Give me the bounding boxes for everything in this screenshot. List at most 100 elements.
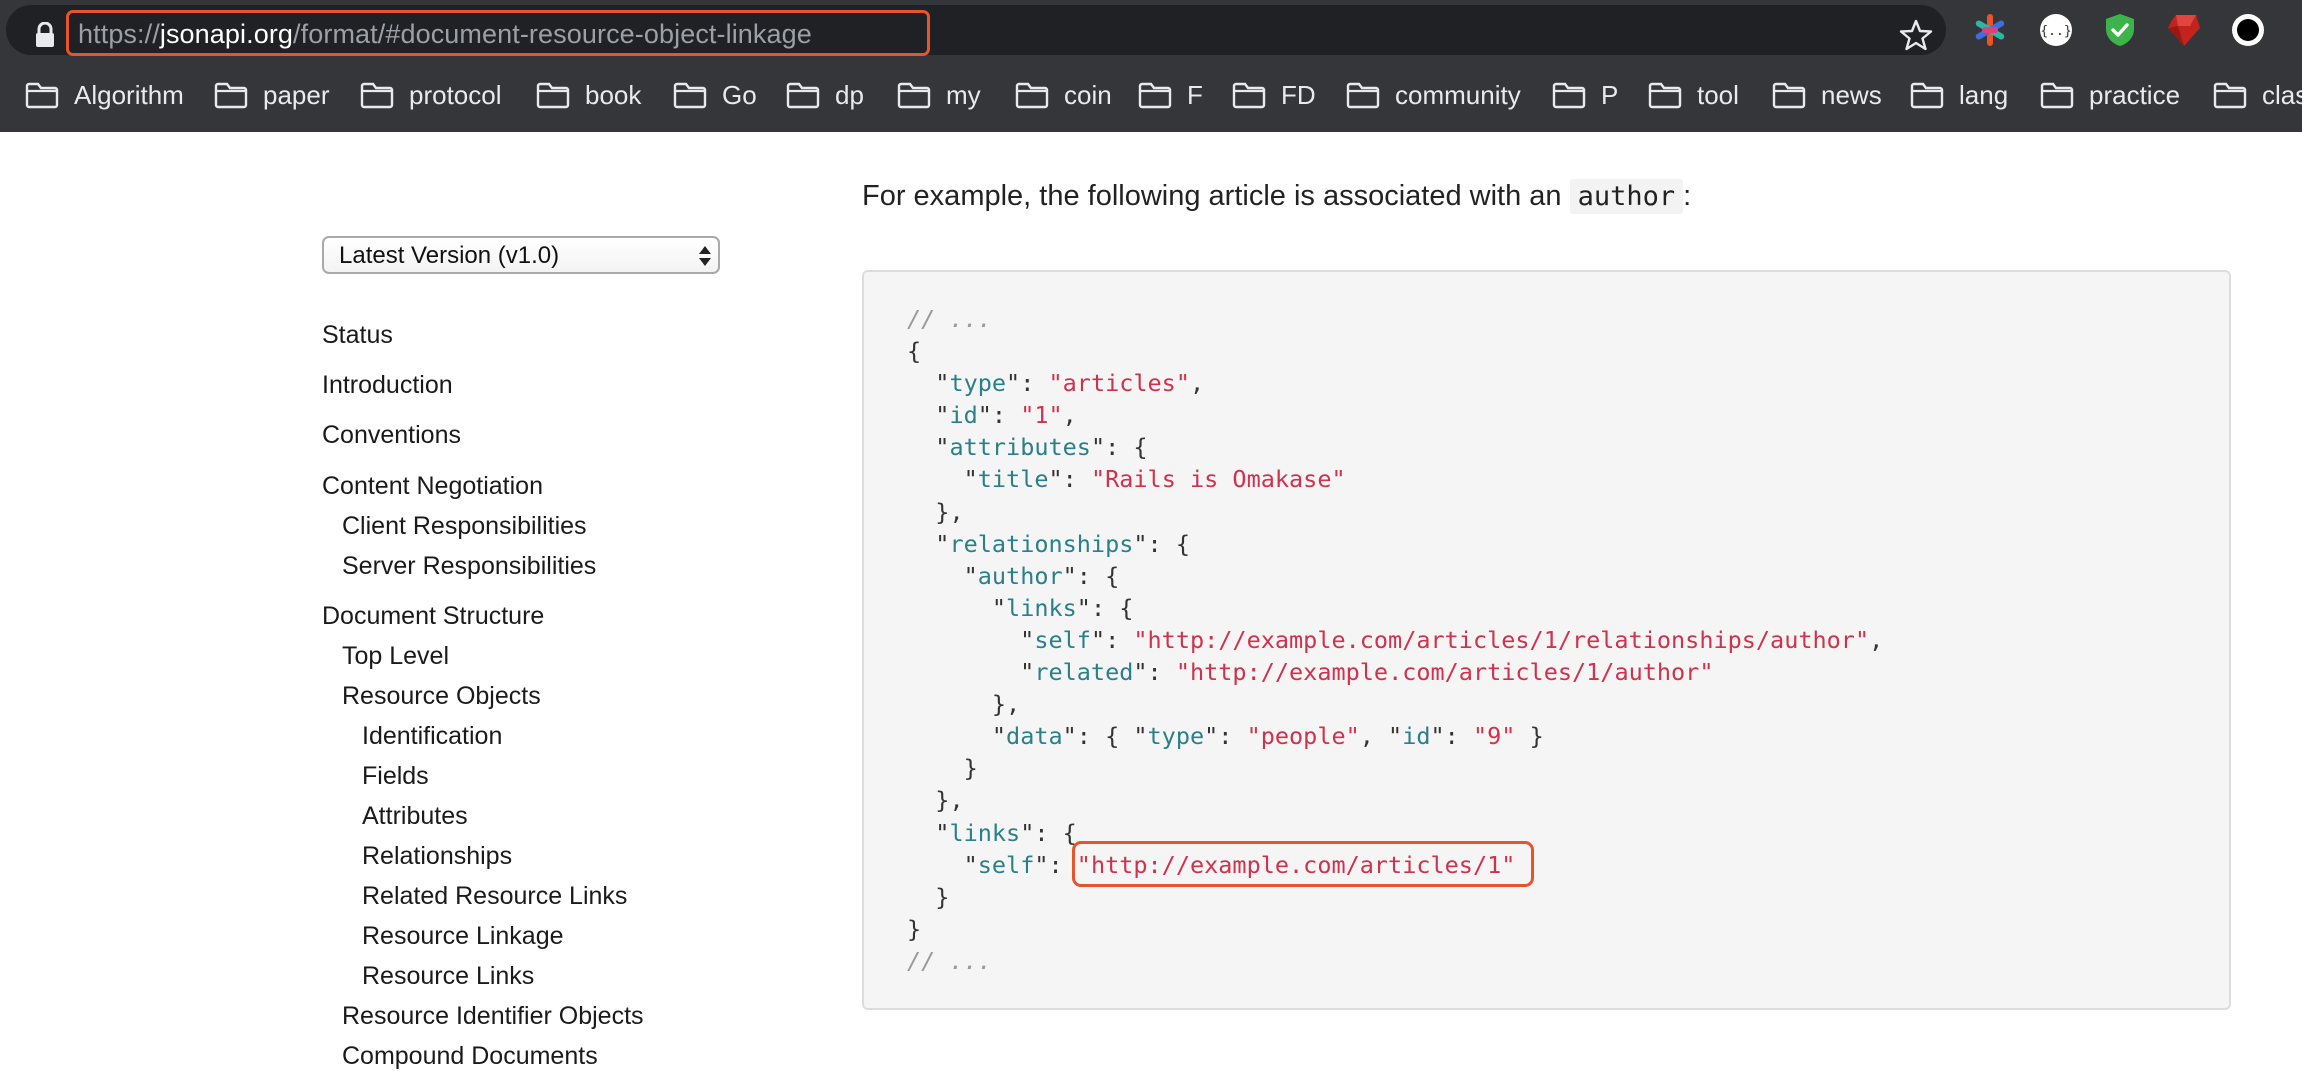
nav-item-resource-identifier-objects[interactable]: Resource Identifier Objects [342,1001,644,1031]
address-row: https://jsonapi.org/format/#document-res… [0,0,2302,60]
code-punct: , [1869,625,1884,654]
folder-icon [214,82,248,109]
star-icon[interactable] [1899,18,1933,52]
folder-icon [897,82,931,109]
bookmark-protocol[interactable]: protocol [360,70,502,120]
bookmark-algorithm[interactable]: Algorithm [25,70,184,120]
code-punct: " [907,401,950,430]
bookmark-label: community [1395,79,1521,110]
folder-icon [536,82,570,109]
bookmark-practice[interactable]: practice [2040,70,2180,120]
code-punct: ": { [1076,593,1134,622]
bookmark-paper[interactable]: paper [214,70,330,120]
folder-icon [1346,82,1380,109]
code-punct: , [1062,401,1077,430]
bookmark-tool[interactable]: tool [1648,70,1739,120]
bookmark-label: practice [2089,79,2181,110]
code-punct: " [907,722,1007,751]
code-key: self [977,850,1035,879]
bookmarks-bar: Algorithm paper protocol book Go dp my coin F FD c… [0,70,2302,120]
code-punct: } [1515,722,1544,751]
code-string: "http://example.com/articles/1/relations… [1133,625,1870,654]
bookmark-f[interactable]: F [1138,70,1203,120]
bookmark-label: F [1187,79,1203,110]
bookmark-community[interactable]: community [1346,70,1521,120]
self-link-annotation-box [1072,841,1534,887]
nav-item-relationships[interactable]: Relationships [362,841,512,871]
bookmark-fd[interactable]: FD [1232,70,1316,120]
bookmark-dp[interactable]: dp [786,70,864,120]
bookmark-lang[interactable]: lang [1910,70,2008,120]
json-braces-extension-icon[interactable]: {..} [2038,12,2074,48]
bookmark-go[interactable]: Go [673,70,757,120]
lock-icon[interactable] [34,22,56,48]
nav-item-document-structure[interactable]: Document Structure [322,601,544,631]
black-circle-extension-icon[interactable] [2230,12,2266,48]
nav-item-resource-objects[interactable]: Resource Objects [342,681,541,711]
code-key: self [1034,625,1091,654]
code-key: type [949,369,1007,398]
nav-item-content-negotiation[interactable]: Content Negotiation [322,471,543,501]
bookmark-label: P [1601,79,1619,110]
code-punct: ": [1204,722,1247,751]
address-bar[interactable]: https://jsonapi.org/format/#document-res… [6,5,1946,56]
folder-icon [2213,82,2247,109]
folder-icon [1772,82,1806,109]
version-select[interactable]: Latest Version (v1.0) [322,236,720,274]
bookmark-book[interactable]: book [536,70,641,120]
bookmark-clas[interactable]: clas [2213,70,2302,120]
code-punct: " [907,529,950,558]
colorful-asterisk-extension-icon[interactable] [1972,12,2008,48]
bookmark-label: FD [1281,79,1316,110]
code-key: id [949,401,978,430]
green-shield-extension-icon[interactable] [2102,12,2138,48]
code-key: author [977,561,1063,590]
code-string: "people" [1246,722,1360,751]
intro-text: For example, the following article is as… [862,180,1562,212]
nav-item-identification[interactable]: Identification [362,721,502,751]
bookmark-coin[interactable]: coin [1015,70,1112,120]
intro-code: author [1569,179,1684,214]
code-comment: // ... [907,305,992,333]
code-punct: " [907,593,1007,622]
code-key: links [1006,593,1077,622]
code-string: "http://example.com/articles/1/author" [1175,658,1714,687]
select-arrows-icon [699,246,711,266]
nav-item-client-responsibilities[interactable]: Client Responsibilities [342,511,587,541]
code-punct: ": [977,401,1021,430]
nav-item-compound-documents[interactable]: Compound Documents [342,1041,598,1071]
bookmark-p[interactable]: P [1552,70,1618,120]
code-punct: }, [907,786,964,815]
nav-item-resource-links[interactable]: Resource Links [362,961,534,991]
bookmark-label: clas [2262,79,2302,110]
nav-item-conventions[interactable]: Conventions [322,420,461,450]
bookmark-label: dp [835,79,864,110]
code-punct: ": [1048,465,1091,494]
bookmark-my[interactable]: my [897,70,981,120]
code-string: "Rails is Omakase" [1090,465,1346,494]
nav-item-fields[interactable]: Fields [362,761,429,791]
code-key: id [1402,722,1431,751]
nav-item-top-level[interactable]: Top Level [342,641,449,671]
code-key: attributes [949,433,1091,462]
folder-icon [1138,82,1172,109]
code-punct: " [907,850,978,879]
nav-item-resource-linkage[interactable]: Resource Linkage [362,921,564,951]
code-key: data [1006,722,1063,751]
bookmark-news[interactable]: news [1772,70,1882,120]
bookmark-label: lang [1959,79,2009,110]
folder-icon [1232,82,1266,109]
code-punct: ": [1034,850,1077,879]
url-annotation-box [66,10,930,56]
nav-item-attributes[interactable]: Attributes [362,801,468,831]
code-punct: } [907,914,922,943]
bookmark-label: paper [263,79,330,110]
code-punct: ": [1430,722,1473,751]
code-comment: // ... [907,946,992,975]
code-punct: ": [1090,625,1134,654]
nav-item-status[interactable]: Status [322,320,393,350]
nav-item-introduction[interactable]: Introduction [322,370,453,400]
nav-item-server-responsibilities[interactable]: Server Responsibilities [342,551,596,581]
ruby-gem-extension-icon[interactable] [2166,12,2202,48]
nav-item-related-resource-links[interactable]: Related Resource Links [362,881,627,911]
